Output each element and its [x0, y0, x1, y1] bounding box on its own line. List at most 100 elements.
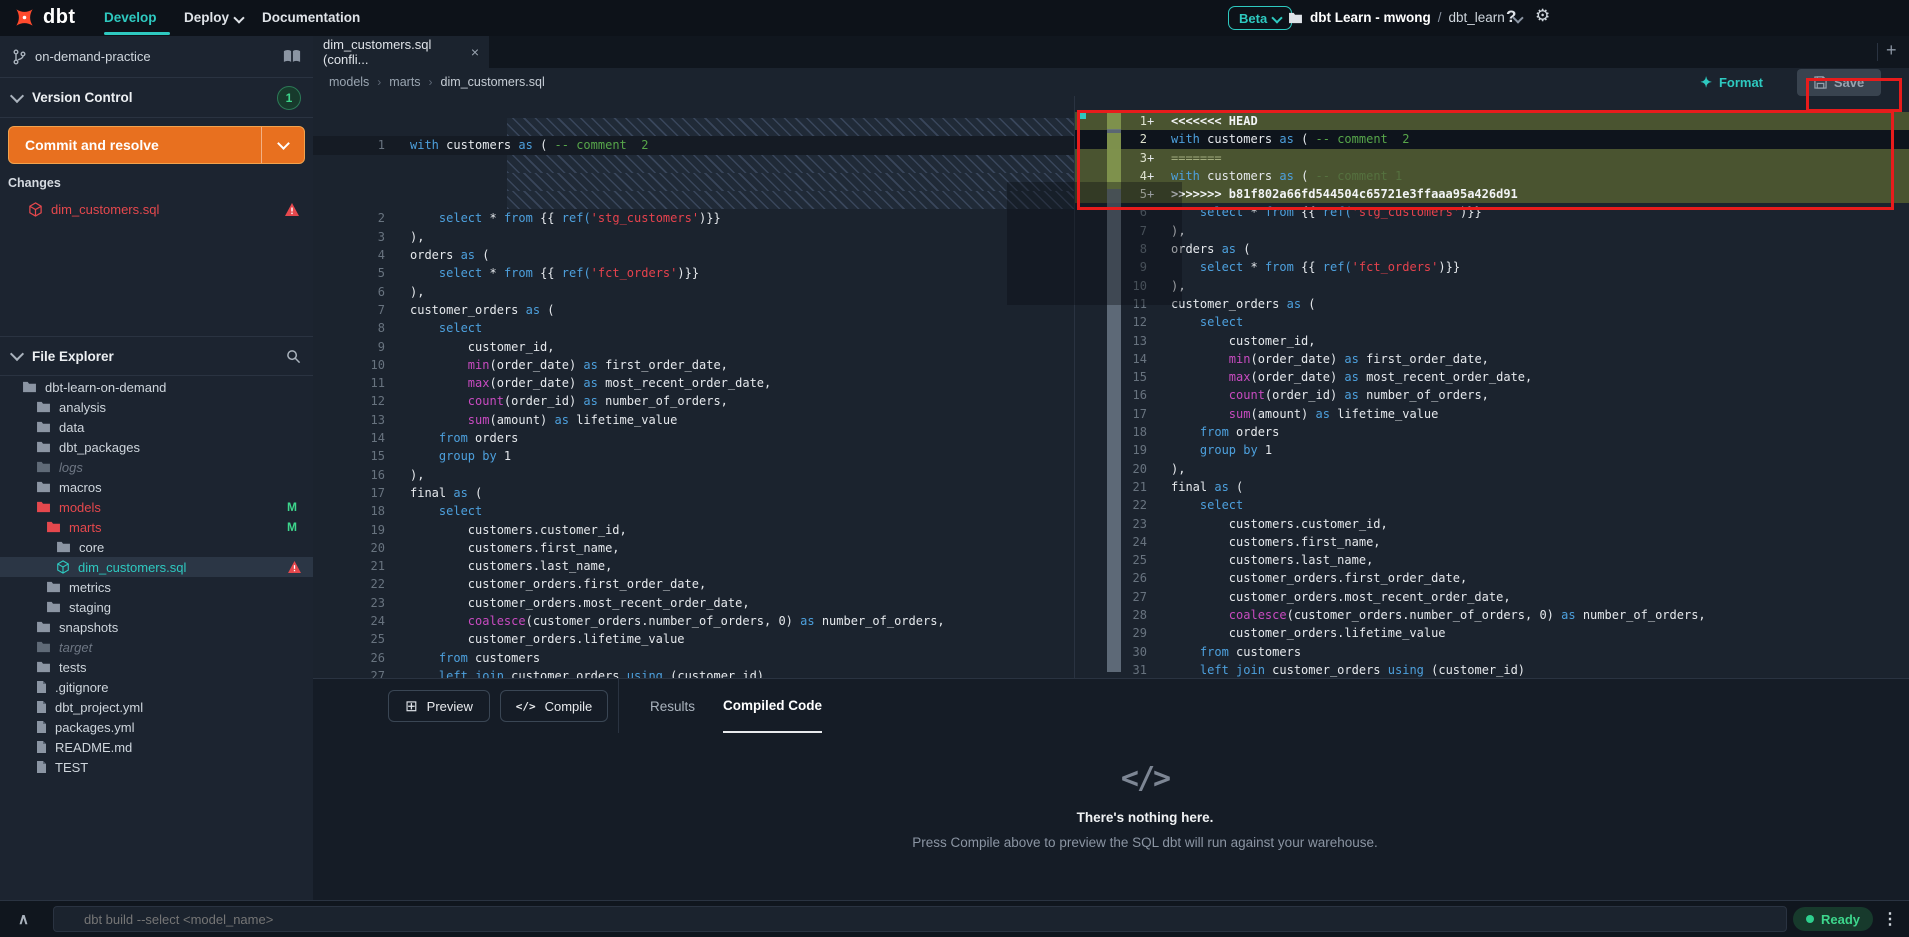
code-line[interactable]: 14 min(order_date) as first_order_date, [1075, 350, 1909, 368]
kebab-menu-icon[interactable]: ⋮ [1882, 909, 1898, 929]
tree-item-marts[interactable]: martsM [0, 517, 313, 537]
code-line[interactable]: 10), [1075, 277, 1909, 295]
code-line[interactable]: 23 customer_orders.most_recent_order_dat… [313, 594, 1074, 612]
tree-item-.gitignore[interactable]: .gitignore [0, 677, 313, 697]
tree-item-snapshots[interactable]: snapshots [0, 617, 313, 637]
code-line[interactable]: 26 from customers [313, 649, 1074, 667]
changed-file-item[interactable]: dim_customers.sql [0, 198, 313, 220]
tree-item-dbt_packages[interactable]: dbt_packages [0, 437, 313, 457]
code-line[interactable]: 1+<<<<<<< HEAD [1075, 112, 1909, 130]
chevron-up-icon[interactable]: ∧ [18, 910, 29, 928]
code-line[interactable]: 29 customer_orders.lifetime_value [1075, 624, 1909, 642]
code-line[interactable]: 7), [1075, 222, 1909, 240]
tab-dim-customers[interactable]: dim_customers.sql (confli... × [313, 36, 489, 68]
code-line[interactable]: 19 customers.customer_id, [313, 521, 1074, 539]
code-line[interactable]: 2 select * from {{ ref('stg_customers')}… [313, 209, 1074, 227]
code-line[interactable]: 22 select [1075, 496, 1909, 514]
code-line[interactable]: 3), [313, 228, 1074, 246]
code-line[interactable]: 3+======= [1075, 149, 1909, 167]
code-line[interactable]: 11 max(order_date) as most_recent_order_… [313, 374, 1074, 392]
tree-item-dim_customers.sql[interactable]: dim_customers.sql [0, 557, 313, 577]
tab-results[interactable]: Results [650, 679, 695, 733]
code-line[interactable]: 16), [313, 466, 1074, 484]
code-line[interactable]: 7customer_orders as ( [313, 301, 1074, 319]
code-line[interactable]: 5+>>>>>>> b81f802a66fd544504c65721e3ffaa… [1075, 185, 1909, 203]
code-line[interactable]: 20 customers.first_name, [313, 539, 1074, 557]
code-line[interactable]: 4+with customers as ( -- comment 1 [1075, 167, 1909, 185]
code-line[interactable]: 21 customers.last_name, [313, 557, 1074, 575]
tree-item-logs[interactable]: logs [0, 457, 313, 477]
code-line[interactable]: 18 from orders [1075, 423, 1909, 441]
close-icon[interactable]: × [471, 44, 479, 60]
code-line[interactable]: 8orders as ( [1075, 240, 1909, 258]
code-line[interactable]: 12 select [1075, 313, 1909, 331]
code-line[interactable]: 13 sum(amount) as lifetime_value [313, 411, 1074, 429]
code-line[interactable]: 28 coalesce(customer_orders.number_of_or… [1075, 606, 1909, 624]
version-control-header[interactable]: Version Control 1 [0, 78, 313, 118]
beta-badge[interactable]: Beta [1228, 6, 1292, 30]
breadcrumb-marts[interactable]: marts [389, 75, 420, 89]
new-tab-button[interactable]: + [1886, 40, 1897, 61]
tab-compiled-code[interactable]: Compiled Code [723, 679, 822, 733]
tree-item-metrics[interactable]: metrics [0, 577, 313, 597]
tree-item-analysis[interactable]: analysis [0, 397, 313, 417]
tree-item-macros[interactable]: macros [0, 477, 313, 497]
code-line[interactable]: 6 select * from {{ ref('stg_customers')}… [1075, 203, 1909, 221]
code-line[interactable]: 21final as ( [1075, 478, 1909, 496]
breadcrumb-file[interactable]: dim_customers.sql [441, 75, 545, 89]
code-line[interactable]: 25 customer_orders.lifetime_value [313, 630, 1074, 648]
commit-options-dropdown[interactable] [261, 127, 304, 163]
code-line[interactable]: 5 select * from {{ ref('fct_orders')}} [313, 264, 1074, 282]
tree-item-dbt-learn-on-demand[interactable]: dbt-learn-on-demand [0, 377, 313, 397]
code-line[interactable]: 31 left join customer_orders using (cust… [1075, 661, 1909, 678]
code-line[interactable]: 19 group by 1 [1075, 441, 1909, 459]
commit-and-resolve-button[interactable]: Commit and resolve [8, 126, 305, 164]
status-badge[interactable]: Ready [1793, 907, 1873, 931]
code-line[interactable]: 27 customer_orders.most_recent_order_dat… [1075, 588, 1909, 606]
file-explorer-header[interactable]: File Explorer [0, 336, 313, 376]
nav-develop[interactable]: Develop [104, 0, 157, 35]
code-line[interactable]: 13 customer_id, [1075, 332, 1909, 350]
conflict-placeholder-row[interactable] [313, 173, 1074, 191]
code-pane-merged[interactable]: 1+<<<<<<< HEAD2with customers as ( -- co… [1075, 96, 1909, 678]
tree-item-README.md[interactable]: README.md [0, 737, 313, 757]
code-line[interactable]: 30 from customers [1075, 643, 1909, 661]
code-line[interactable]: 8 select [313, 319, 1074, 337]
code-line[interactable]: 6), [313, 283, 1074, 301]
code-line[interactable]: 23 customers.customer_id, [1075, 515, 1909, 533]
code-line[interactable]: 24 coalesce(customer_orders.number_of_or… [313, 612, 1074, 630]
code-line[interactable]: 17final as ( [313, 484, 1074, 502]
conflict-placeholder-row[interactable] [313, 118, 1074, 136]
compile-button[interactable]: </> Compile [500, 690, 608, 722]
search-icon[interactable] [286, 349, 301, 364]
tree-item-models[interactable]: modelsM [0, 497, 313, 517]
format-button[interactable]: ✦ Format [1700, 74, 1763, 91]
tree-item-target[interactable]: target [0, 637, 313, 657]
code-line[interactable]: 1with customers as ( -- comment 2 [313, 136, 1074, 154]
code-line[interactable]: 25 customers.last_name, [1075, 551, 1909, 569]
tree-item-staging[interactable]: staging [0, 597, 313, 617]
tree-item-dbt_project.yml[interactable]: dbt_project.yml [0, 697, 313, 717]
project-switcher[interactable]: dbt Learn - mwong / dbt_learn [1288, 0, 1522, 35]
code-line[interactable]: 26 customer_orders.first_order_date, [1075, 569, 1909, 587]
code-line[interactable]: 12 count(order_id) as number_of_orders, [313, 392, 1074, 410]
tree-item-tests[interactable]: tests [0, 657, 313, 677]
docs-book-icon[interactable] [283, 49, 301, 64]
conflict-placeholder-row[interactable] [313, 155, 1074, 173]
code-line[interactable]: 9 select * from {{ ref('fct_orders')}} [1075, 258, 1909, 276]
help-button[interactable]: ? [1506, 7, 1516, 27]
code-line[interactable]: 20), [1075, 460, 1909, 478]
tree-item-packages.yml[interactable]: packages.yml [0, 717, 313, 737]
tree-item-data[interactable]: data [0, 417, 313, 437]
nav-deploy[interactable]: Deploy [184, 0, 243, 35]
command-input[interactable] [53, 906, 1787, 932]
dbt-logo[interactable]: dbt [12, 5, 76, 30]
conflict-placeholder-row[interactable] [313, 191, 1074, 209]
code-line[interactable]: 11customer_orders as ( [1075, 295, 1909, 313]
save-button[interactable]: Save [1797, 69, 1881, 96]
preview-button[interactable]: ⊞ Preview [388, 690, 490, 722]
code-line[interactable]: 24 customers.first_name, [1075, 533, 1909, 551]
code-line[interactable]: 27 left join customer_orders using (cust… [313, 667, 1074, 678]
code-line[interactable]: 15 group by 1 [313, 447, 1074, 465]
code-line[interactable]: 4orders as ( [313, 246, 1074, 264]
